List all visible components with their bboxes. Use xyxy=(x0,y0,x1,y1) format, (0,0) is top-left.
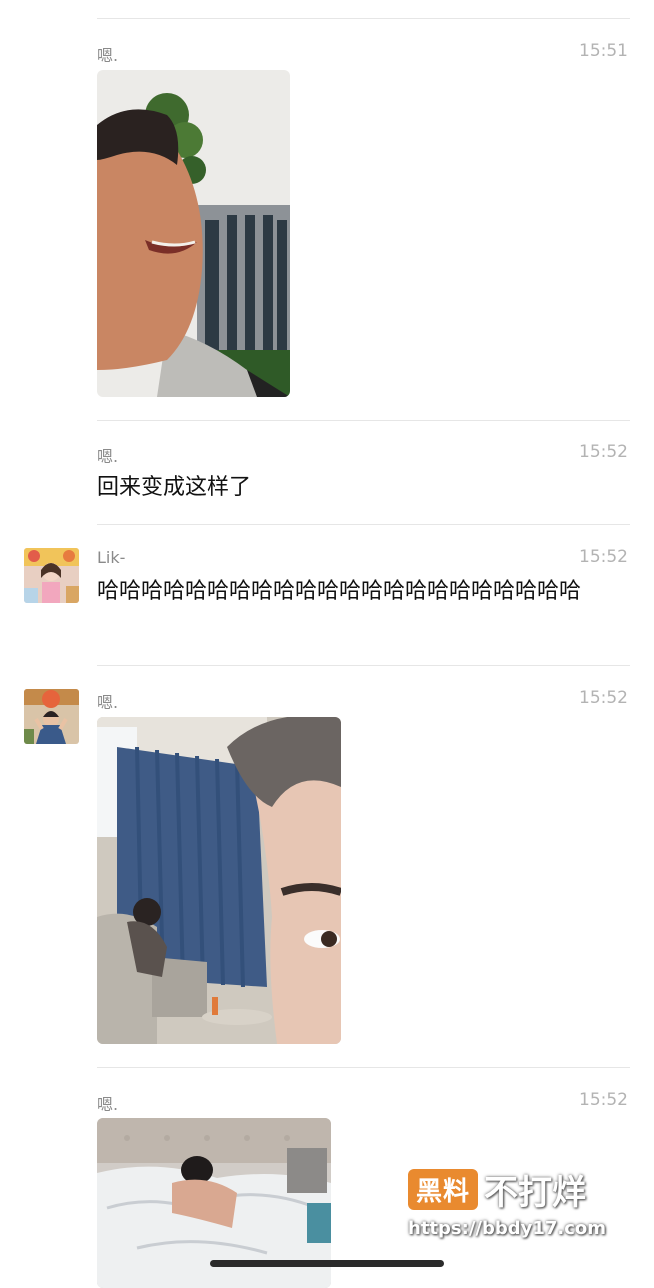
sender-name: Lik- xyxy=(97,548,126,567)
sender-name: 嗯. xyxy=(97,46,119,65)
sender-name: 嗯. xyxy=(97,447,119,466)
divider xyxy=(97,665,630,666)
message-time: 15:52 xyxy=(579,547,628,567)
divider xyxy=(97,524,630,525)
message-time: 15:52 xyxy=(579,688,628,708)
message-photo[interactable] xyxy=(97,717,341,1044)
message-text: 哈哈哈哈哈哈哈哈哈哈哈哈哈哈哈哈哈哈哈哈哈哈 xyxy=(97,579,582,604)
watermark-title: 不打烊 xyxy=(484,1173,587,1213)
avatar[interactable] xyxy=(24,689,79,744)
watermark: 黑料 不打烊 https://bbdy17.com xyxy=(408,1165,628,1239)
message-text: 回来变成这样了 xyxy=(97,475,252,500)
watermark-url: https://bbdy17.com xyxy=(408,1218,607,1239)
watermark-badge: 黑料 xyxy=(408,1169,479,1210)
message-photo[interactable] xyxy=(97,70,290,397)
home-indicator[interactable] xyxy=(210,1260,444,1267)
message-time: 15:52 xyxy=(579,1090,628,1110)
message-time: 15:51 xyxy=(579,41,628,61)
divider xyxy=(97,420,630,421)
divider xyxy=(97,18,630,19)
sender-name: 嗯. xyxy=(97,693,119,712)
divider xyxy=(97,1067,630,1068)
avatar[interactable] xyxy=(24,548,79,603)
sender-name: 嗯. xyxy=(97,1095,119,1114)
message-time: 15:52 xyxy=(579,442,628,462)
